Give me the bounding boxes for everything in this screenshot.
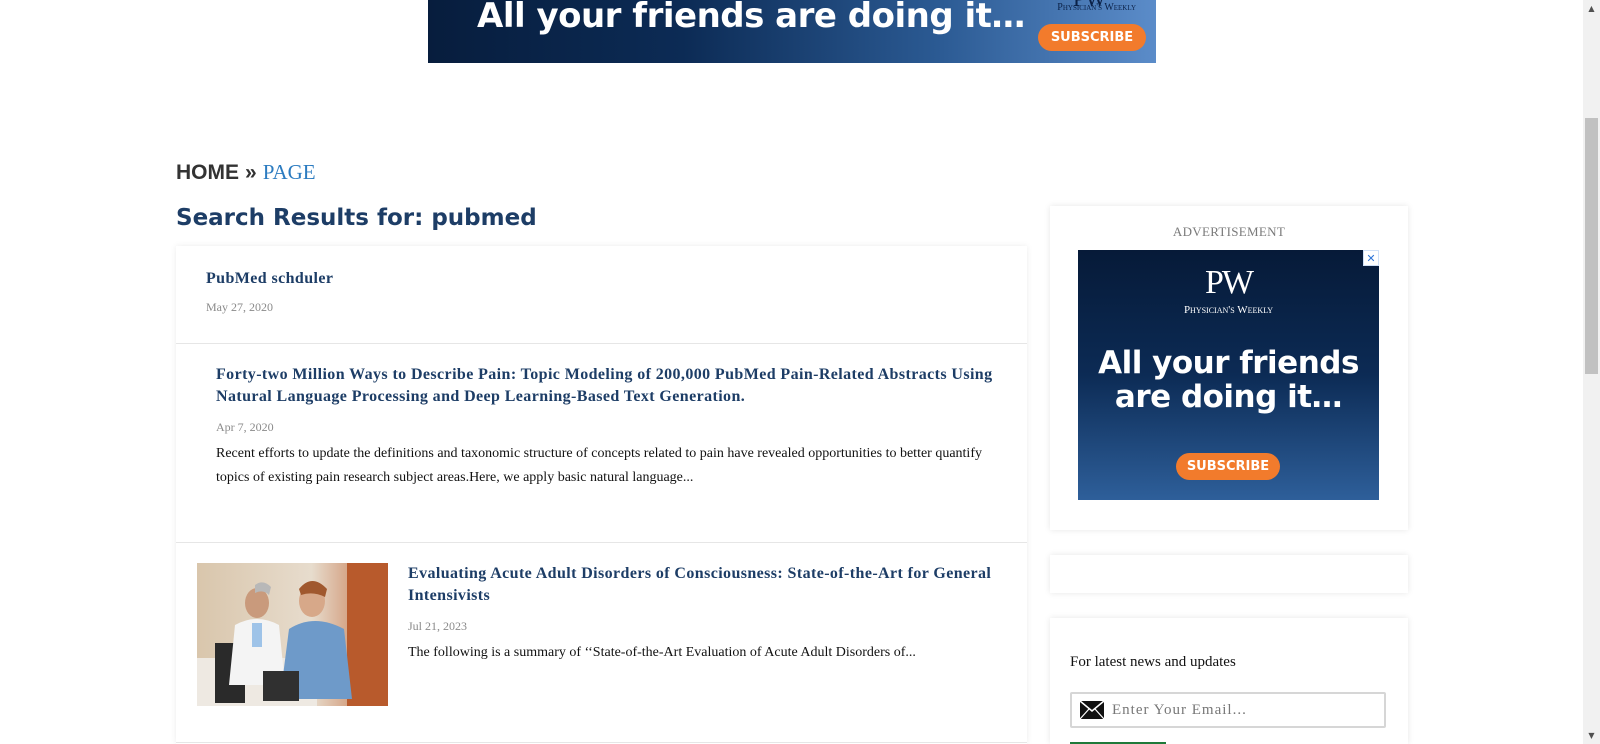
- breadcrumb-home-link[interactable]: HOME: [176, 161, 239, 184]
- result-date: Apr 7, 2020: [216, 420, 274, 434]
- result-excerpt: The following is a summary of ‘‘State-of…: [408, 645, 916, 660]
- scrollbar-thumb[interactable]: [1585, 118, 1598, 374]
- result-excerpt: Recent efforts to update the definitions…: [216, 446, 982, 485]
- search-results-list: PubMed schduler May 27, 2020 Forty-two M…: [176, 246, 1027, 744]
- sidebar-ad[interactable]: ✕ PW Physician's Weekly All your friends…: [1078, 250, 1379, 500]
- breadcrumb-current[interactable]: PAGE: [263, 160, 316, 184]
- banner-subscribe-button[interactable]: SUBSCRIBE: [1038, 24, 1146, 51]
- scroll-up-arrow-icon[interactable]: ▲: [1583, 0, 1600, 17]
- result-item: PubMed schduler May 27, 2020: [176, 246, 1027, 344]
- page-title: Search Results for: pubmed: [176, 205, 537, 231]
- vertical-scrollbar[interactable]: ▲ ▼: [1583, 0, 1600, 744]
- result-thumbnail[interactable]: [197, 563, 388, 706]
- banner-brand-name: Physician's Weekly: [1057, 2, 1136, 13]
- sidebar-empty-widget: [1050, 555, 1408, 593]
- envelope-icon: [1080, 701, 1104, 719]
- result-item: Forty-two Million Ways to Describe Pain:…: [176, 344, 1027, 543]
- ad-brand-name: Physician's Weekly: [1183, 304, 1274, 316]
- result-title-link[interactable]: Evaluating Acute Adult Disorders of Cons…: [408, 563, 1008, 607]
- ad-headline: All your friends are doing it…: [1098, 345, 1359, 415]
- result-date: Jul 21, 2023: [408, 619, 468, 633]
- banner-headline: All your friends are doing it…: [477, 0, 1025, 36]
- newsletter-label: For latest news and updates: [1070, 654, 1236, 670]
- breadcrumb-separator: »: [245, 161, 257, 184]
- email-field-wrapper: [1070, 692, 1386, 728]
- result-title-link[interactable]: Forty-two Million Ways to Describe Pain:…: [216, 364, 1016, 408]
- result-date: May 27, 2020: [206, 300, 273, 314]
- sidebar-ad-card: ADVERTISEMENT ✕ PW Physician's Weekly Al…: [1050, 206, 1408, 530]
- result-item: Evaluating Acute Adult Disorders of Cons…: [176, 543, 1027, 743]
- result-title-link[interactable]: PubMed schduler: [206, 268, 333, 290]
- breadcrumb: HOME » PAGE: [176, 160, 316, 185]
- advertisement-label: ADVERTISEMENT: [1172, 224, 1286, 239]
- ad-logo: PW: [1205, 264, 1254, 301]
- email-field[interactable]: [1112, 698, 1376, 722]
- top-banner-ad[interactable]: All your friends are doing it… PW Physic…: [428, 0, 1156, 63]
- newsletter-card: For latest news and updates: [1050, 618, 1408, 744]
- ad-subscribe-button[interactable]: SUBSCRIBE: [1176, 453, 1280, 480]
- doctor-patient-photo: [197, 563, 388, 706]
- scroll-down-arrow-icon[interactable]: ▼: [1583, 727, 1600, 744]
